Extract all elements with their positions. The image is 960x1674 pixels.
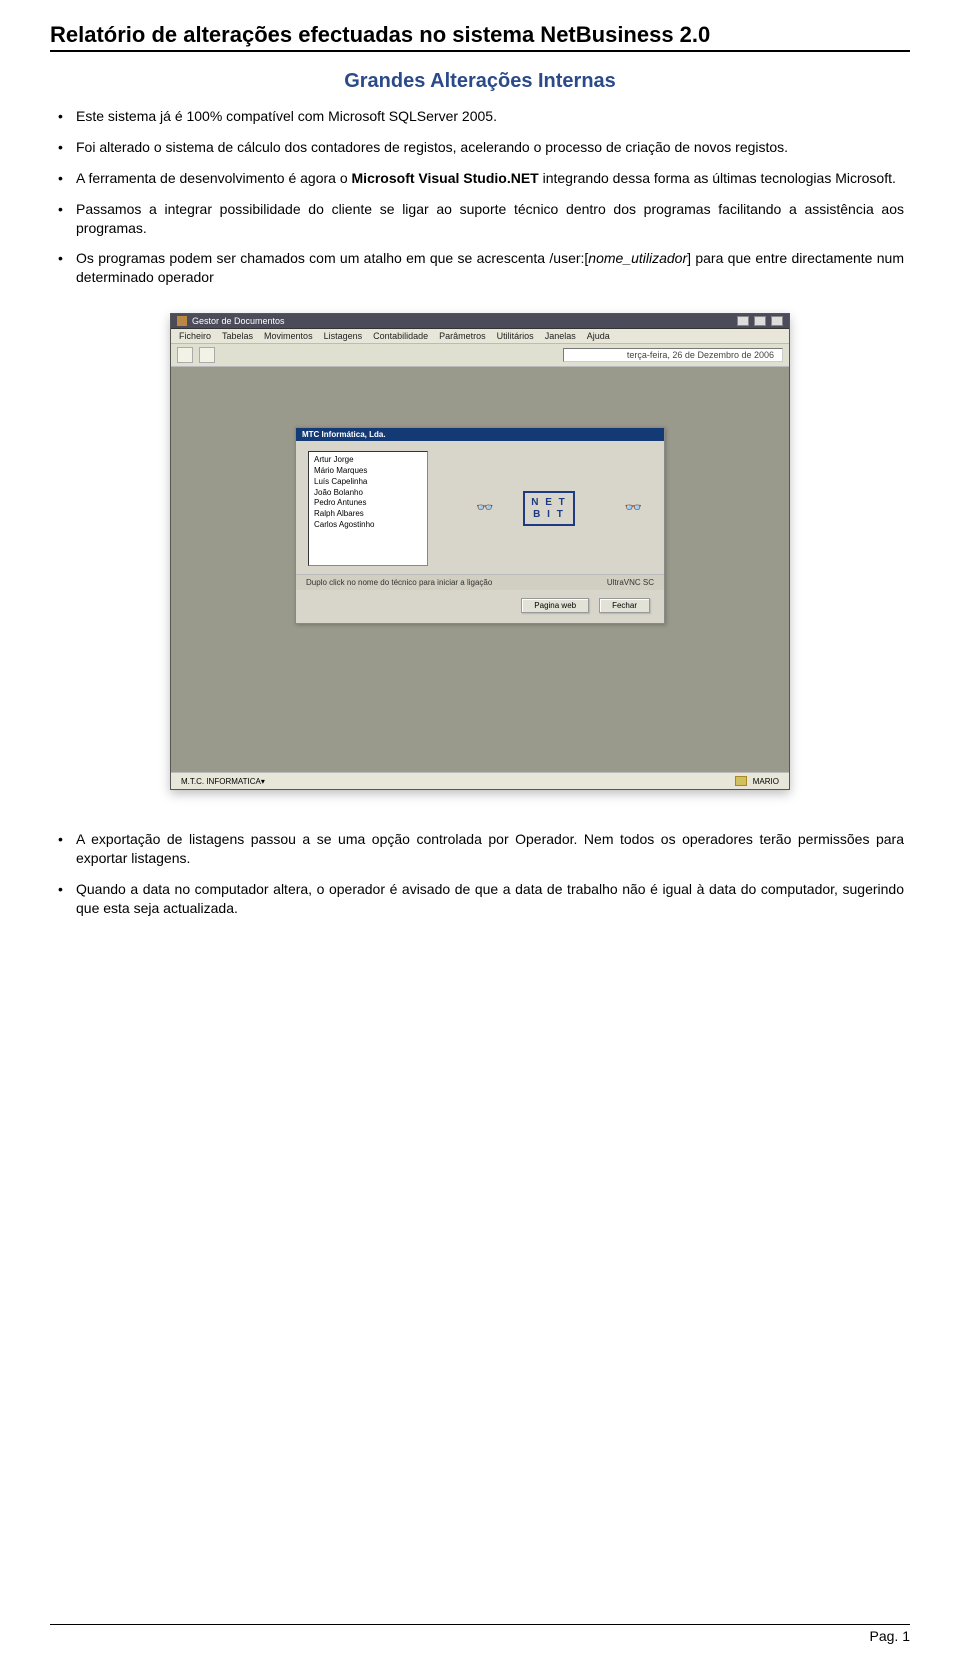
menu-item[interactable]: Utilitários <box>497 331 534 341</box>
list-item[interactable]: João Bolanho <box>314 488 422 499</box>
status-company: M.T.C. INFORMATICA <box>181 777 261 786</box>
menu-item[interactable]: Tabelas <box>222 331 253 341</box>
dialog-titlebar: MTC Informática, Lda. <box>296 428 664 441</box>
bullet-text-pre: Os programas podem ser chamados com um a… <box>76 250 588 266</box>
bullet-text: Passamos a integrar possibilidade do cli… <box>76 201 904 236</box>
list-item: Os programas podem ser chamados com um a… <box>76 249 904 287</box>
bullet-text: Este sistema já é 100% compatível com Mi… <box>76 108 497 124</box>
dialog-hintbar: Duplo click no nome do técnico para inic… <box>296 574 664 590</box>
menu-item[interactable]: Ficheiro <box>179 331 211 341</box>
list-item: Foi alterado o sistema de cálculo dos co… <box>76 138 904 157</box>
minimize-button[interactable] <box>737 316 749 326</box>
support-dialog: MTC Informática, Lda. Artur Jorge Mário … <box>295 427 665 624</box>
list-item: Quando a data no computador altera, o op… <box>76 880 904 918</box>
menu-item[interactable]: Ajuda <box>587 331 610 341</box>
hint-text: Duplo click no nome do técnico para inic… <box>306 578 492 587</box>
glasses-icon: 👓 <box>476 499 493 516</box>
bullet-text: A exportação de listagens passou a se um… <box>76 831 904 866</box>
logo-line: N E T <box>531 497 567 509</box>
list-item[interactable]: Luís Capelinha <box>314 477 422 488</box>
document-title: Relatório de alterações efectuadas no si… <box>50 22 910 52</box>
list-item: Este sistema já é 100% compatível com Mi… <box>76 107 904 126</box>
bullet-text-italic: nome_utilizador <box>588 250 687 266</box>
menubar: Ficheiro Tabelas Movimentos Listagens Co… <box>171 329 789 344</box>
app-title: Gestor de Documentos <box>192 316 285 326</box>
webpage-button[interactable]: Pagina web <box>521 598 589 613</box>
bullet-text-pre: A ferramenta de desenvolvimento é agora … <box>76 170 352 186</box>
glasses-icon: 👓 <box>625 499 642 516</box>
toolbar-button[interactable] <box>177 347 193 363</box>
toolbar: terça-feira, 26 de Dezembro de 2006 <box>171 344 789 367</box>
bullet-text-post: integrando dessa forma as últimas tecnol… <box>539 170 896 186</box>
page-number: Pag. 1 <box>870 1628 910 1644</box>
list-item[interactable]: Carlos Agostinho <box>314 520 422 531</box>
list-item: Passamos a integrar possibilidade do cli… <box>76 200 904 238</box>
list-item: A ferramenta de desenvolvimento é agora … <box>76 169 904 188</box>
toolbar-button[interactable] <box>199 347 215 363</box>
logo-line: B I T <box>531 509 567 521</box>
list-item[interactable]: Pedro Antunes <box>314 498 422 509</box>
menu-item[interactable]: Listagens <box>324 331 363 341</box>
workspace: MTC Informática, Lda. Artur Jorge Mário … <box>171 367 789 772</box>
app-icon <box>177 316 187 326</box>
app-titlebar: Gestor de Documentos <box>171 314 789 329</box>
menu-item[interactable]: Janelas <box>545 331 576 341</box>
bullet-text-bold: Microsoft Visual Studio.NET <box>352 170 539 186</box>
list-item[interactable]: Artur Jorge <box>314 455 422 466</box>
hint-right: UltraVNC SC <box>607 578 654 587</box>
list-item: A exportação de listagens passou a se um… <box>76 830 904 868</box>
section-title: Grandes Alterações Internas <box>50 70 910 93</box>
list-item[interactable]: Mário Marques <box>314 466 422 477</box>
bullet-list-bottom: A exportação de listagens passou a se um… <box>50 830 910 918</box>
user-icon <box>735 776 747 786</box>
app-statusbar: M.T.C. INFORMATICA ▾ MARIO <box>171 772 789 789</box>
menu-item[interactable]: Contabilidade <box>373 331 428 341</box>
list-item[interactable]: Ralph Albares <box>314 509 422 520</box>
netbit-logo: N E T B I T <box>523 491 575 526</box>
close-button[interactable] <box>771 316 783 326</box>
app-window: Gestor de Documentos Ficheiro Tabelas Mo… <box>170 313 790 790</box>
date-display: terça-feira, 26 de Dezembro de 2006 <box>563 348 783 362</box>
bullet-list-top: Este sistema já é 100% compatível com Mi… <box>50 107 910 287</box>
chevron-down-icon[interactable]: ▾ <box>261 777 265 786</box>
maximize-button[interactable] <box>754 316 766 326</box>
technician-listbox[interactable]: Artur Jorge Mário Marques Luís Capelinha… <box>308 451 428 566</box>
logo-area: 👓 N E T B I T 👓 <box>446 451 652 566</box>
page-footer: Pag. 1 <box>50 1624 910 1644</box>
menu-item[interactable]: Parâmetros <box>439 331 486 341</box>
dialog-close-button[interactable]: Fechar <box>599 598 650 613</box>
embedded-screenshot: Gestor de Documentos Ficheiro Tabelas Mo… <box>50 313 910 790</box>
menu-item[interactable]: Movimentos <box>264 331 313 341</box>
bullet-text: Foi alterado o sistema de cálculo dos co… <box>76 139 788 155</box>
status-user: MARIO <box>753 777 779 786</box>
bullet-text: Quando a data no computador altera, o op… <box>76 881 904 916</box>
